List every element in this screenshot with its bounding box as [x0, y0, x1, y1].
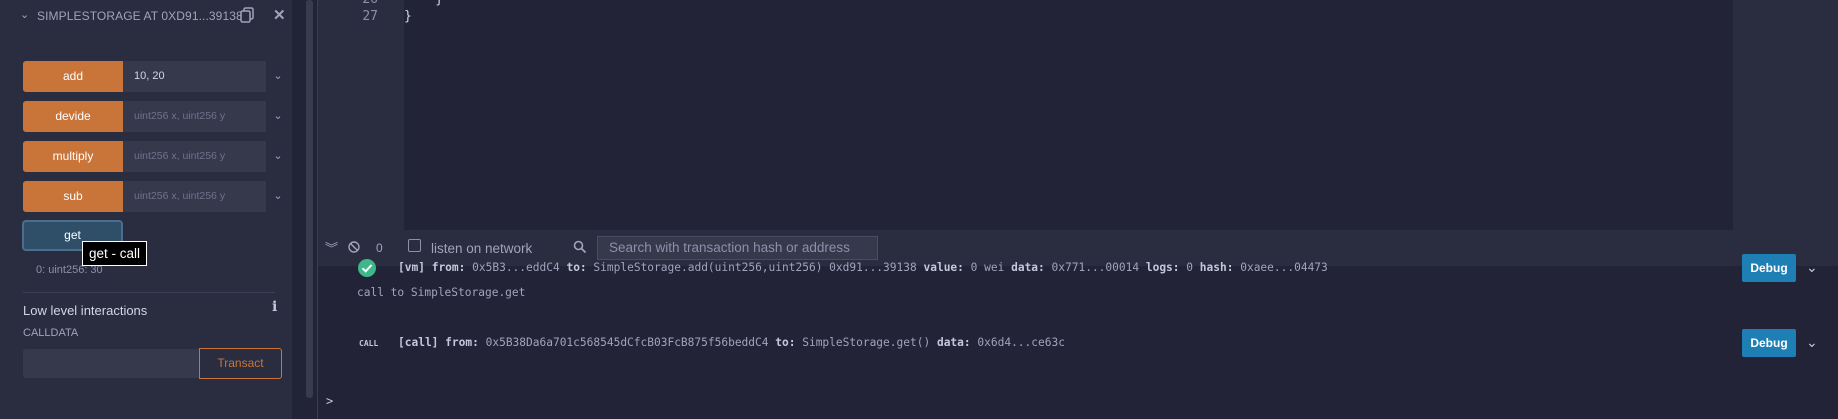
function-row-sub: sub uint256 x, uint256 y ⌄: [23, 181, 291, 212]
sub-button[interactable]: sub: [23, 181, 123, 212]
function-row-devide: devide uint256 x, uint256 y ⌄: [23, 101, 291, 132]
code-line: }: [404, 9, 412, 24]
add-args-input[interactable]: 10, 20: [123, 61, 266, 92]
code-line: }: [404, 0, 443, 7]
multiply-args-input[interactable]: uint256 x, uint256 y: [123, 141, 266, 172]
success-check-icon: [358, 259, 376, 277]
function-row-add: add 10, 20 ⌄: [23, 61, 291, 92]
calldata-input[interactable]: [23, 349, 199, 378]
tx-search-input[interactable]: Search with transaction hash or address: [597, 236, 878, 260]
panel-scrollbar[interactable]: [306, 0, 313, 398]
copy-icon[interactable]: [240, 7, 254, 23]
search-icon: [573, 240, 587, 254]
chevron-down-icon[interactable]: ⌄: [20, 8, 29, 21]
debug-button[interactable]: Debug: [1742, 254, 1796, 282]
collapse-terminal-icon[interactable]: ︾: [325, 238, 338, 257]
call-log-line[interactable]: [call] from: 0x5B38Da6a701c568545dCfcB03…: [398, 336, 1065, 349]
listen-network-label: listen on network: [431, 241, 533, 256]
line-number: 27: [362, 9, 378, 24]
chevron-down-icon[interactable]: ⌄: [1806, 334, 1818, 351]
info-icon[interactable]: i: [272, 299, 277, 315]
pending-tx-count: 0: [376, 241, 383, 255]
devide-button[interactable]: devide: [23, 101, 123, 132]
code-editor[interactable]: [318, 0, 1838, 230]
devide-args-input[interactable]: uint256 x, uint256 y: [123, 101, 266, 132]
transact-button[interactable]: Transact: [199, 348, 282, 379]
add-button[interactable]: add: [23, 61, 123, 92]
line-number: 26: [346, 0, 378, 7]
debug-button[interactable]: Debug: [1742, 329, 1796, 357]
chevron-down-icon[interactable]: ⌄: [270, 181, 286, 212]
call-note: call to SimpleStorage.get: [357, 286, 526, 299]
get-tooltip: get - call: [82, 241, 148, 266]
listen-network-checkbox[interactable]: [408, 239, 421, 252]
low-level-title: Low level interactions: [23, 303, 148, 318]
calldata-label: CALLDATA: [23, 327, 79, 339]
call-badge: CALL: [359, 339, 379, 348]
close-icon[interactable]: ✕: [273, 6, 286, 24]
line-number-gutter: [318, 0, 404, 230]
contract-title: SIMPLESTORAGE AT 0XD91...39138 (: [37, 9, 251, 23]
panel-gutter: [292, 0, 318, 419]
tx-log-line[interactable]: [vm] from: 0x5B3...eddC4 to: SimpleStora…: [398, 261, 1328, 274]
editor-minimap[interactable]: [1733, 0, 1838, 230]
chevron-down-icon[interactable]: ⌄: [270, 101, 286, 132]
chevron-down-icon[interactable]: ⌄: [270, 141, 286, 172]
terminal-prompt[interactable]: >: [326, 394, 333, 408]
divider: [23, 292, 275, 293]
clear-console-icon[interactable]: [348, 241, 360, 253]
sub-args-input[interactable]: uint256 x, uint256 y: [123, 181, 266, 212]
function-row-multiply: multiply uint256 x, uint256 y ⌄: [23, 141, 291, 172]
chevron-down-icon[interactable]: ⌄: [1806, 259, 1818, 276]
multiply-button[interactable]: multiply: [23, 141, 123, 172]
chevron-down-icon[interactable]: ⌄: [270, 61, 286, 92]
